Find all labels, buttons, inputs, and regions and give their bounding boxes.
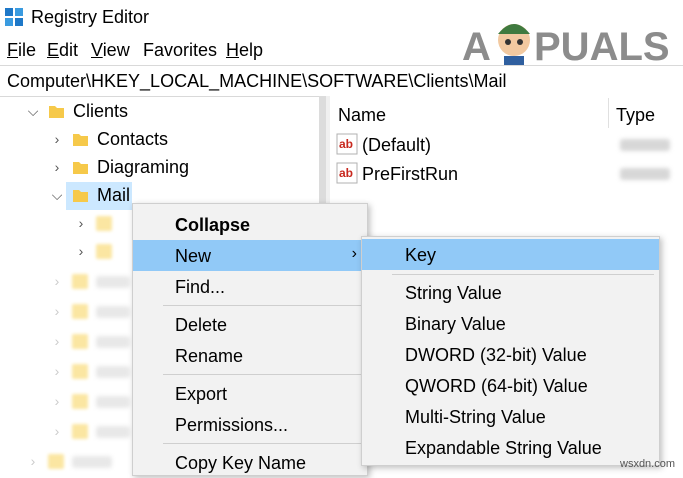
string-value-icon: ab: [336, 162, 358, 184]
folder-icon: [49, 106, 64, 118]
menu-separator: [163, 374, 363, 375]
menu-item-rename[interactable]: Rename: [133, 340, 367, 371]
chevron-right-icon[interactable]: ›: [26, 453, 40, 469]
menu-file[interactable]: File: [7, 40, 36, 61]
menu-item-export[interactable]: Export: [133, 378, 367, 409]
blurred-label: [96, 366, 130, 378]
tree-item-clients[interactable]: ⌵ Clients: [0, 98, 326, 126]
chevron-down-icon[interactable]: ⌵: [26, 103, 40, 120]
folder-icon: [72, 334, 88, 349]
submenu-item-multi-string-value[interactable]: Multi-String Value: [362, 401, 659, 432]
string-value-icon: ab: [336, 133, 358, 155]
menu-separator: [163, 443, 363, 444]
address-path: Computer\HKEY_LOCAL_MACHINE\SOFTWARE\Cli…: [7, 71, 507, 91]
folder-icon: [72, 364, 88, 379]
chevron-right-icon: ›: [351, 245, 357, 262]
column-name-header[interactable]: Name: [338, 105, 386, 126]
folder-icon: [72, 304, 88, 319]
chevron-right-icon[interactable]: ›: [50, 131, 64, 147]
blurred-label: [96, 426, 130, 438]
chevron-right-icon[interactable]: ›: [50, 303, 64, 319]
window-title: Registry Editor: [31, 7, 150, 27]
context-menu: Collapse New › Find... Delete Rename Expo…: [132, 203, 368, 476]
appuals-logo: A PUALS: [462, 24, 670, 70]
chevron-right-icon[interactable]: ›: [50, 393, 64, 409]
column-type-header[interactable]: Type: [616, 105, 655, 126]
chevron-right-icon[interactable]: ›: [50, 363, 64, 379]
address-bar[interactable]: Computer\HKEY_LOCAL_MACHINE\SOFTWARE\Cli…: [0, 65, 683, 97]
folder-icon: [73, 162, 88, 174]
submenu-item-qword-value[interactable]: QWORD (64-bit) Value: [362, 370, 659, 401]
folder-icon: [96, 216, 112, 231]
svg-text:PUALS: PUALS: [534, 25, 670, 69]
list-header: Name Type: [330, 96, 683, 130]
submenu-item-key[interactable]: Key: [362, 239, 659, 270]
submenu-item-dword-value[interactable]: DWORD (32-bit) Value: [362, 339, 659, 370]
folder-icon: [96, 244, 112, 259]
tree-scrollbar[interactable]: [319, 96, 326, 216]
blurred-label: [72, 456, 112, 468]
blurred-type: [620, 139, 670, 151]
tree-item-diagraming[interactable]: › Diagraming: [0, 154, 326, 182]
folder-icon: [72, 424, 88, 439]
menu-item-collapse[interactable]: Collapse: [133, 209, 367, 240]
submenu-item-expandable-string-value[interactable]: Expandable String Value: [362, 432, 659, 463]
menu-item-copy-key-name[interactable]: Copy Key Name: [133, 447, 367, 478]
folder-icon: [48, 454, 64, 469]
folder-icon: [73, 134, 88, 146]
chevron-down-icon[interactable]: ⌵: [50, 187, 64, 204]
blurred-label: [96, 336, 130, 348]
menu-edit[interactable]: Edit: [47, 40, 78, 61]
chevron-right-icon[interactable]: ›: [50, 333, 64, 349]
submenu-item-string-value[interactable]: String Value: [362, 277, 659, 308]
menu-favorites[interactable]: Favorites: [143, 40, 217, 61]
menu-help[interactable]: Help: [226, 40, 263, 61]
chevron-right-icon[interactable]: ›: [50, 423, 64, 439]
svg-text:A: A: [462, 25, 491, 69]
new-submenu: Key String Value Binary Value DWORD (32-…: [361, 236, 660, 466]
menu-view[interactable]: View: [91, 40, 130, 61]
folder-icon: [72, 394, 88, 409]
tree-item-contacts[interactable]: › Contacts: [0, 126, 326, 154]
chevron-right-icon[interactable]: ›: [50, 159, 64, 175]
menu-item-permissions[interactable]: Permissions...: [133, 409, 367, 440]
registry-editor-icon: [5, 8, 23, 26]
menu-item-find[interactable]: Find...: [133, 271, 367, 302]
column-divider[interactable]: [608, 98, 609, 128]
menu-item-new[interactable]: New ›: [133, 240, 367, 271]
blurred-label: [96, 396, 130, 408]
chevron-right-icon[interactable]: ›: [74, 243, 88, 259]
blurred-type: [620, 168, 670, 180]
submenu-item-binary-value[interactable]: Binary Value: [362, 308, 659, 339]
value-row[interactable]: ab (Default): [330, 130, 683, 158]
value-row[interactable]: ab PreFirstRun: [330, 159, 683, 187]
blurred-label: [96, 276, 130, 288]
folder-icon: [72, 274, 88, 289]
blurred-label: [96, 306, 130, 318]
folder-icon: [73, 190, 88, 202]
chevron-right-icon[interactable]: ›: [74, 215, 88, 231]
menu-separator: [392, 274, 654, 275]
menu-separator: [163, 305, 363, 306]
svg-text:ab: ab: [339, 137, 353, 151]
menu-item-delete[interactable]: Delete: [133, 309, 367, 340]
watermark-site: wsxdn.com: [620, 458, 676, 470]
svg-text:ab: ab: [339, 166, 353, 180]
chevron-right-icon[interactable]: ›: [50, 273, 64, 289]
